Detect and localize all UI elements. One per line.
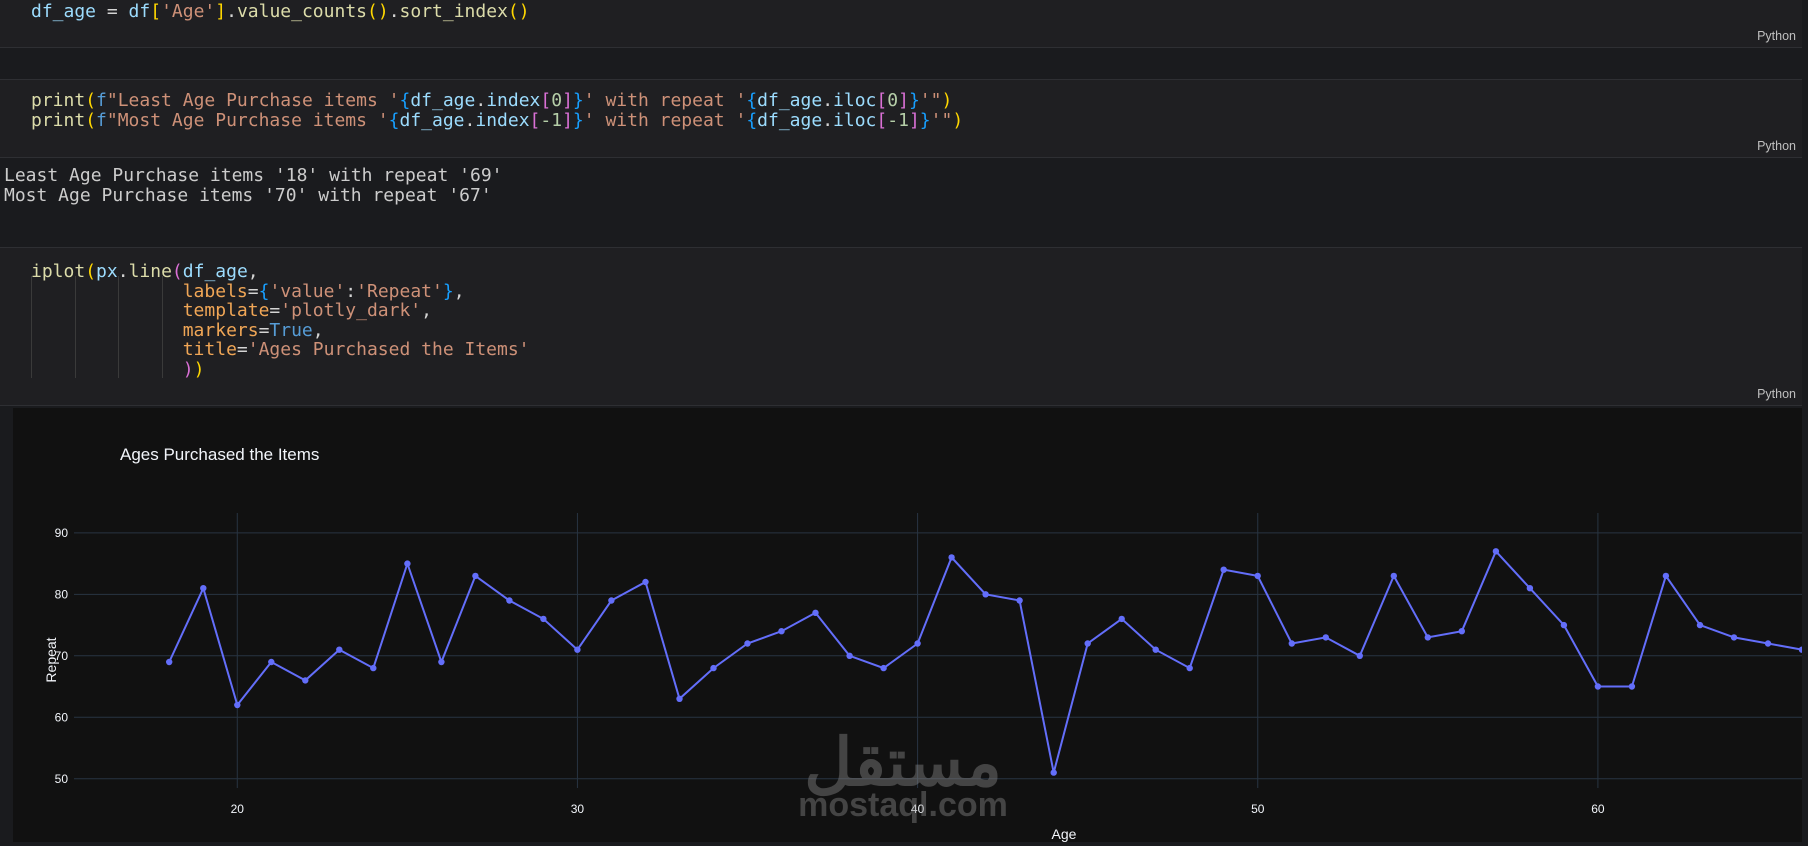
indent-guide: [75, 276, 76, 378]
code-cell-print[interactable]: print(f"Least Age Purchase items '{df_ag…: [0, 79, 1802, 158]
data-point-marker: [1152, 646, 1159, 653]
data-point-marker: [1084, 640, 1091, 647]
x-tick-label: 20: [231, 802, 245, 816]
y-tick-label: 50: [55, 772, 69, 786]
code-line: df_age = df['Age'].value_counts().sort_i…: [31, 1, 530, 22]
data-point-marker: [1696, 621, 1704, 629]
data-point-marker: [1356, 652, 1364, 659]
data-point-marker: [574, 646, 581, 653]
data-point-marker: [336, 646, 343, 653]
indent-guide: [162, 276, 163, 378]
x-tick-label: 60: [1591, 802, 1605, 816]
data-point-marker: [1254, 572, 1261, 580]
data-point-marker: [710, 664, 717, 672]
code-block: print(f"Least Age Purchase items '{df_ag…: [31, 90, 964, 131]
cell-output: Least Age Purchase items '18' with repea…: [4, 166, 503, 205]
data-point-marker: [914, 640, 921, 647]
data-point-marker: [472, 572, 479, 580]
data-point-marker: [540, 615, 547, 623]
data-point-marker: [200, 585, 207, 592]
data-point-marker: [1764, 640, 1772, 647]
data-point-marker: [1424, 634, 1432, 641]
y-tick-label: 80: [55, 587, 69, 601]
data-point-marker: [1458, 628, 1466, 635]
data-point-marker: [608, 597, 615, 604]
watermark: مستقل mostaql.com: [798, 725, 1008, 824]
data-point-marker: [1662, 572, 1670, 580]
code-cell-iplot[interactable]: iplot(px.line(df_age, labels={'value':'R…: [0, 247, 1802, 406]
data-point-marker: [1594, 683, 1602, 690]
data-point-marker: [268, 658, 275, 666]
x-tick-label: 50: [1251, 802, 1265, 816]
data-point-marker: [1526, 585, 1534, 592]
y-tick-label: 90: [55, 526, 69, 540]
data-point-marker: [1118, 615, 1125, 623]
data-point-marker: [1050, 769, 1057, 776]
data-point-marker: [846, 652, 853, 659]
data-point-marker: [948, 554, 955, 561]
data-point-marker: [1560, 621, 1568, 629]
data-point-marker: [1730, 634, 1738, 641]
data-point-marker: [676, 695, 683, 702]
watermark-latin: mostaql.com: [798, 786, 1008, 824]
indent-guide: [118, 276, 119, 378]
data-point-marker: [1186, 664, 1193, 672]
indent-guide: [31, 276, 32, 378]
language-label: Python: [1757, 29, 1796, 43]
language-label: Python: [1757, 139, 1796, 153]
data-point-marker: [1288, 640, 1296, 647]
data-point-marker: [166, 658, 173, 666]
data-point-marker: [1798, 646, 1806, 653]
data-point-marker: [1628, 683, 1636, 690]
data-point-marker: [1220, 566, 1227, 573]
data-point-marker: [778, 628, 785, 635]
data-point-marker: [1390, 572, 1398, 580]
data-point-marker: [642, 578, 649, 586]
data-point-marker: [370, 664, 377, 672]
data-point-marker: [506, 597, 513, 604]
data-point-marker: [1492, 548, 1500, 555]
code-cell-value-counts[interactable]: df_age = df['Age'].value_counts().sort_i…: [0, 0, 1802, 48]
x-tick-label: 30: [571, 802, 585, 816]
data-point-marker: [880, 664, 887, 672]
language-label: Python: [1757, 387, 1796, 401]
data-point-marker: [302, 677, 309, 684]
data-point-marker: [744, 640, 751, 647]
y-tick-label: 60: [55, 710, 69, 724]
line-chart[interactable]: 5060708090 20 30 40 50 60 Ages Purchased the…: [13, 408, 1808, 842]
data-point-marker: [234, 701, 241, 709]
y-axis-label: Repeat: [43, 637, 59, 682]
data-point-marker: [982, 591, 989, 598]
data-point-marker: [438, 658, 445, 666]
plotly-chart[interactable]: 50 60 70 80 90 20 30 40 50 60 Ages Purchased the…: [13, 408, 1808, 842]
data-point-marker: [1322, 634, 1330, 641]
output-line-most: Most Age Purchase items '70' with repeat…: [4, 184, 492, 206]
x-axis-label: Age: [1052, 826, 1077, 842]
output-line-least: Least Age Purchase items '18' with repea…: [4, 165, 503, 186]
chart-title: Ages Purchased the Items: [120, 445, 319, 464]
data-point-marker: [404, 560, 411, 567]
data-point-marker: [1016, 597, 1023, 604]
code-block: iplot(px.line(df_age, labels={'value':'R…: [31, 261, 530, 380]
data-point-marker: [812, 609, 819, 616]
